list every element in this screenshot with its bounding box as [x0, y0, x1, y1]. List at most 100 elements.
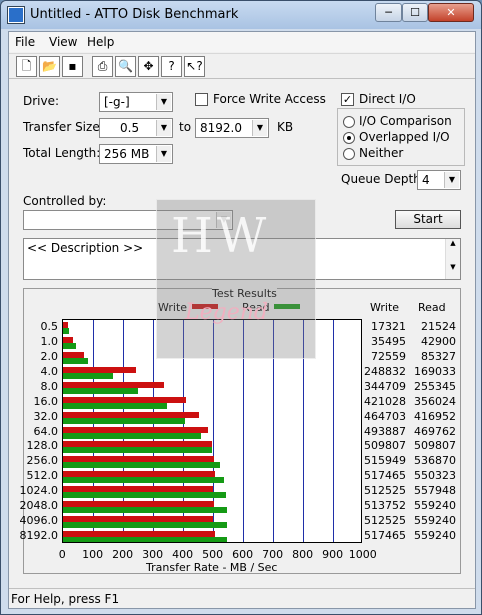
- x-tick-label: 600: [232, 548, 254, 561]
- read-bar: [63, 477, 225, 484]
- y-tick-label: 64.0: [33, 424, 59, 438]
- chevron-down-icon: ▼: [156, 146, 171, 162]
- y-tick-label: 1024.0: [19, 484, 59, 498]
- y-tick-label: 512.0: [26, 469, 59, 483]
- force-write-label: Force Write Access: [213, 92, 326, 106]
- transfer-from-select[interactable]: 0.5 ▼: [99, 118, 173, 138]
- write-value: 35495: [371, 334, 406, 348]
- print-icon[interactable]: ⎙: [92, 56, 113, 77]
- y-tick-label: 1.0: [40, 334, 59, 348]
- write-value: 344709: [364, 379, 406, 393]
- close-button[interactable]: ✕: [428, 3, 474, 22]
- help-icon[interactable]: ?: [161, 56, 182, 77]
- read-bar: [63, 357, 88, 364]
- x-tick-label: 700: [262, 548, 284, 561]
- read-value: 356024: [414, 394, 456, 408]
- read-bar: [63, 402, 168, 409]
- new-icon[interactable]: 🗋: [16, 56, 37, 77]
- menu-file[interactable]: File: [15, 35, 35, 49]
- chevron-down-icon: ▼: [156, 120, 171, 136]
- read-bar: [63, 537, 227, 542]
- open-icon[interactable]: 📂: [39, 56, 60, 77]
- write-value: 513752: [364, 499, 406, 513]
- io-comparison-label: I/O Comparison: [359, 114, 452, 128]
- read-value: 559240: [414, 514, 456, 528]
- watermark-subtext: Legend: [185, 300, 268, 325]
- total-length-value: 256 MB: [104, 147, 150, 161]
- read-value: 469762: [414, 424, 456, 438]
- neither-radio[interactable]: [343, 148, 355, 160]
- overlapped-io-radio[interactable]: [343, 132, 355, 144]
- unit-label: KB: [277, 120, 294, 134]
- drive-label: Drive:: [23, 94, 60, 108]
- title-bar[interactable]: Untitled - ATTO Disk Benchmark ─ ☐ ✕: [1, 1, 481, 29]
- read-column-header: Read: [418, 301, 446, 314]
- read-bar: [63, 522, 227, 529]
- y-tick-label: 2048.0: [19, 499, 59, 513]
- print-preview-icon[interactable]: 🔍: [115, 56, 136, 77]
- direct-io-checkbox[interactable]: ✓: [341, 93, 354, 106]
- x-axis-label: Transfer Rate - MB / Sec: [146, 561, 278, 574]
- read-value: 255345: [414, 379, 456, 393]
- write-value: 512525: [364, 484, 406, 498]
- gridline: [333, 320, 334, 542]
- x-tick-label: 1000: [348, 548, 377, 561]
- read-value: 536870: [414, 454, 456, 468]
- write-value: 493887: [364, 424, 406, 438]
- watermark-logo: HW Legend: [156, 199, 316, 359]
- y-tick-label: 8.0: [40, 379, 59, 393]
- write-value: 248832: [364, 364, 406, 378]
- io-comparison-radio[interactable]: [343, 116, 355, 128]
- x-tick-label: 500: [202, 548, 224, 561]
- read-bar: [63, 387, 138, 394]
- read-bar: [63, 417, 186, 424]
- menu-view[interactable]: View: [49, 35, 77, 49]
- write-value: 517465: [364, 529, 406, 543]
- menu-help[interactable]: Help: [87, 35, 114, 49]
- write-value: 509807: [364, 439, 406, 453]
- move-icon[interactable]: ✥: [138, 56, 159, 77]
- write-value: 517465: [364, 469, 406, 483]
- x-tick-label: 900: [322, 548, 344, 561]
- x-tick-label: 100: [82, 548, 104, 561]
- read-value: 21524: [421, 320, 456, 333]
- status-bar: For Help, press F1: [9, 588, 475, 608]
- controlled-by-label: Controlled by:: [23, 194, 107, 208]
- x-tick-label: 300: [142, 548, 164, 561]
- transfer-to-select[interactable]: 8192.0 ▼: [195, 118, 269, 138]
- queue-depth-label: Queue Depth:: [341, 172, 425, 186]
- chevron-down-icon: ▼: [444, 172, 459, 188]
- watermark-text: HW: [171, 208, 271, 264]
- write-value: 464703: [364, 409, 406, 423]
- x-tick-label: 800: [292, 548, 314, 561]
- chevron-down-icon: ▼: [156, 94, 171, 110]
- y-tick-label: 32.0: [33, 409, 59, 423]
- total-length-select[interactable]: 256 MB ▼: [99, 144, 173, 164]
- total-length-label: Total Length:: [23, 146, 101, 160]
- y-tick-label: 4096.0: [19, 514, 59, 528]
- description-text: << Description >>: [27, 241, 144, 255]
- y-tick-label: 256.0: [26, 454, 59, 468]
- start-button[interactable]: Start: [395, 210, 461, 229]
- write-value: 17321: [371, 320, 406, 333]
- transfer-to-value: 8192.0: [200, 121, 242, 135]
- queue-depth-select[interactable]: 4 ▼: [417, 170, 461, 190]
- context-help-icon[interactable]: ↖?: [184, 56, 205, 77]
- read-bar: [63, 328, 70, 334]
- transfer-size-label: Transfer Size:: [23, 120, 104, 134]
- save-icon[interactable]: ▪: [62, 56, 83, 77]
- description-scrollbar[interactable]: ▲ ▼: [445, 239, 460, 279]
- app-icon: [8, 7, 24, 23]
- force-write-checkbox[interactable]: [195, 93, 208, 106]
- drive-select[interactable]: [-g-] ▼: [99, 92, 173, 112]
- write-value: 512525: [364, 514, 406, 528]
- read-value: 85327: [421, 349, 456, 363]
- app-window: Untitled - ATTO Disk Benchmark ─ ☐ ✕ Fil…: [0, 0, 482, 615]
- read-bar: [63, 492, 227, 499]
- x-tick-label: 400: [172, 548, 194, 561]
- minimize-button[interactable]: ─: [375, 3, 402, 22]
- maximize-button[interactable]: ☐: [402, 3, 428, 22]
- read-value: 42900: [421, 334, 456, 348]
- read-bar: [63, 462, 221, 469]
- x-tick-label: 0: [58, 548, 66, 561]
